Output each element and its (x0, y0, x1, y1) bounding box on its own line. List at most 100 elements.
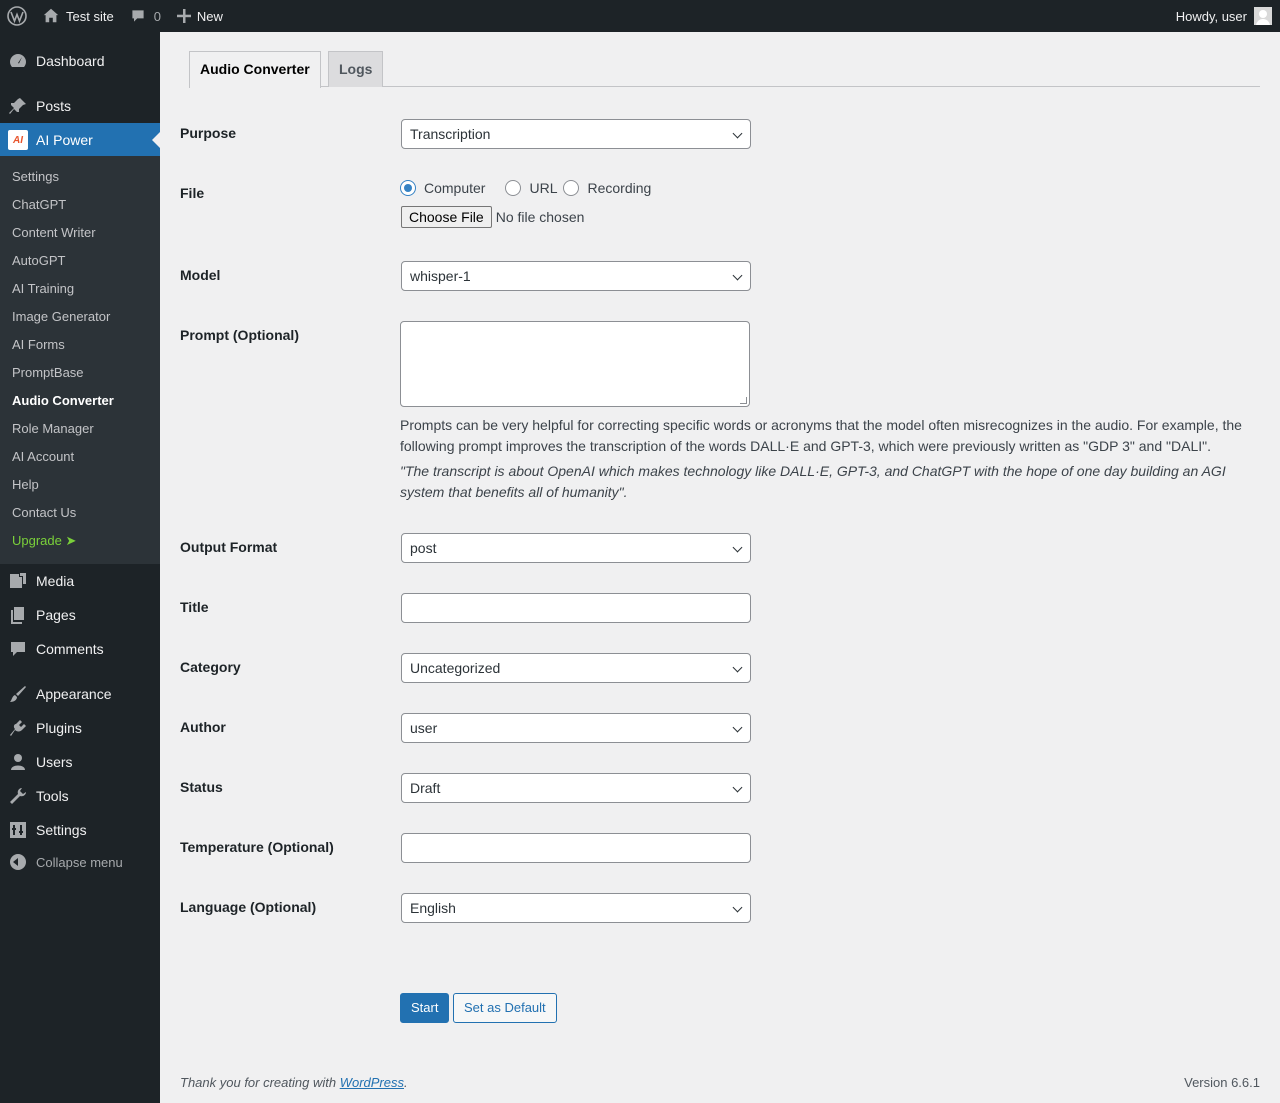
chevron-down-icon (732, 722, 743, 733)
chevron-down-icon (732, 542, 743, 553)
admin-bar: Test site 0 New Howdy, user (0, 0, 1280, 32)
file-label: File (180, 185, 205, 201)
menu-appearance[interactable]: Appearance (0, 677, 160, 711)
model-value: whisper-1 (410, 268, 471, 284)
prompt-label: Prompt (Optional) (180, 327, 299, 343)
chevron-down-icon (732, 128, 743, 139)
radio-url[interactable] (505, 180, 522, 196)
pin-icon (0, 89, 36, 123)
menu-tools-label: Tools (36, 788, 69, 804)
new-label: New (196, 8, 223, 24)
title-input[interactable] (401, 593, 751, 623)
menu-comments[interactable]: Comments (0, 632, 160, 666)
collapse-menu-button[interactable]: Collapse menu (0, 845, 160, 879)
radio-computer-label: Computer (424, 180, 486, 196)
menu-ai-power[interactable]: AI AI Power (0, 123, 160, 157)
submenu-upgrade[interactable]: Upgrade ➤ (12, 527, 76, 555)
new-content-link[interactable]: New (169, 0, 231, 32)
submenu-audio-converter[interactable]: Audio Converter (12, 387, 114, 415)
choose-file-button[interactable]: Choose File (401, 206, 492, 228)
menu-ai-power-label: AI Power (36, 132, 93, 148)
set-as-default-button[interactable]: Set as Default (453, 993, 557, 1023)
author-select[interactable]: user (401, 713, 751, 743)
purpose-value: Transcription (410, 126, 491, 142)
submenu-contact-us[interactable]: Contact Us (12, 499, 76, 527)
menu-appearance-label: Appearance (36, 686, 112, 702)
menu-media-label: Media (36, 573, 75, 589)
prompt-example-text: "The transcript is about OpenAI which ma… (400, 463, 1226, 500)
category-select[interactable]: Uncategorized (401, 653, 751, 683)
wordpress-logo-icon[interactable] (0, 0, 34, 32)
submenu-promptbase[interactable]: PromptBase (12, 359, 84, 387)
prompt-help-text: Prompts can be very helpful for correcti… (400, 417, 1242, 454)
menu-plugins[interactable]: Plugins (0, 711, 160, 745)
output-format-select[interactable]: post (401, 533, 751, 563)
category-label: Category (180, 659, 241, 675)
submenu-chatgpt[interactable]: ChatGPT (12, 191, 66, 219)
collapse-menu-label: Collapse menu (36, 854, 123, 870)
menu-settings[interactable]: Settings (0, 813, 160, 847)
submenu-settings[interactable]: Settings (12, 163, 59, 191)
file-source-radios: Computer URL Recording (400, 180, 671, 196)
radio-recording[interactable] (563, 180, 580, 196)
home-icon (43, 8, 59, 23)
brush-icon (0, 677, 36, 711)
submenu-ai-training[interactable]: AI Training (12, 275, 74, 303)
menu-tools[interactable]: Tools (0, 779, 160, 813)
title-label: Title (180, 599, 209, 615)
radio-recording-label: Recording (587, 180, 652, 196)
menu-comments-label: Comments (36, 641, 104, 657)
purpose-select[interactable]: Transcription (401, 119, 751, 149)
footer-thanks-suffix: . (404, 1075, 408, 1090)
menu-users[interactable]: Users (0, 745, 160, 779)
ai-power-logo-icon: AI (8, 130, 28, 150)
prompt-textarea[interactable] (400, 321, 750, 407)
comments-count: 0 (153, 8, 161, 24)
wrench-icon (0, 779, 36, 813)
submenu-content-writer[interactable]: Content Writer (12, 219, 96, 247)
menu-media[interactable]: Media (0, 564, 160, 598)
status-select[interactable]: Draft (401, 773, 751, 803)
menu-pages[interactable]: Pages (0, 598, 160, 632)
file-status: No file chosen (495, 209, 585, 225)
comments-link[interactable]: 0 (122, 0, 169, 32)
site-name: Test site (66, 8, 114, 24)
tab-audio-converter[interactable]: Audio Converter (189, 51, 321, 88)
language-value: English (410, 900, 456, 916)
menu-dashboard[interactable]: Dashboard (0, 44, 160, 78)
temperature-input[interactable] (401, 833, 751, 863)
comments-icon (0, 632, 36, 666)
comment-bubble-icon (132, 10, 144, 22)
pages-icon (0, 598, 36, 632)
ai-power-submenu: Settings ChatGPT Content Writer AutoGPT … (0, 156, 160, 564)
users-icon (0, 745, 36, 779)
wordpress-link[interactable]: WordPress (340, 1075, 404, 1090)
radio-computer[interactable] (400, 180, 416, 196)
submenu-ai-account[interactable]: AI Account (12, 443, 74, 471)
submenu-autogpt[interactable]: AutoGPT (12, 247, 65, 275)
start-button[interactable]: Start (400, 993, 450, 1023)
account-menu[interactable]: Howdy, user (1168, 0, 1280, 32)
author-value: user (410, 720, 438, 736)
menu-dashboard-label: Dashboard (36, 53, 105, 69)
submenu-image-generator[interactable]: Image Generator (12, 303, 110, 331)
submenu-ai-forms[interactable]: AI Forms (12, 331, 65, 359)
tab-logs[interactable]: Logs (328, 51, 384, 87)
site-name-link[interactable]: Test site (34, 0, 122, 32)
menu-posts[interactable]: Posts (0, 89, 160, 123)
menu-pages-label: Pages (36, 607, 76, 623)
media-icon (0, 564, 36, 598)
language-select[interactable]: English (401, 893, 751, 923)
footer-thanks: Thank you for creating with WordPress. (180, 1075, 408, 1090)
chevron-down-icon (732, 270, 743, 281)
model-label: Model (180, 267, 221, 283)
footer-version: Version 6.6.1 (1184, 1075, 1260, 1090)
dashboard-icon (0, 44, 36, 78)
submenu-role-manager[interactable]: Role Manager (12, 415, 94, 443)
author-label: Author (180, 719, 226, 735)
model-select[interactable]: whisper-1 (401, 261, 751, 291)
submenu-help[interactable]: Help (12, 471, 39, 499)
output-format-label: Output Format (180, 539, 278, 555)
category-value: Uncategorized (410, 660, 501, 676)
admin-sidebar: Dashboard Posts AI AI Power Settings Cha… (0, 32, 160, 1103)
